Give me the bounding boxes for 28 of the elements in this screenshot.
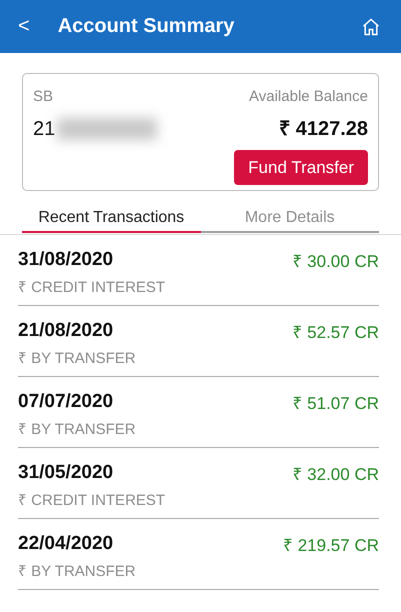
transaction-date: 31/05/2020 <box>18 462 114 485</box>
transaction-description: ₹ CREDIT INTEREST <box>18 491 166 510</box>
transaction-amount: ₹ 52.57 CR <box>292 322 379 344</box>
balance-label: Available Balance <box>248 88 368 107</box>
fund-transfer-button[interactable]: Fund Transfer <box>234 150 368 185</box>
transaction-date: 21/08/2020 <box>18 320 114 343</box>
account-type: SB <box>33 88 54 107</box>
account-number: 21 <box>33 118 56 140</box>
balance-amount: ₹ 4127.28 <box>278 117 368 142</box>
transaction-row[interactable]: 31/05/2020 ₹ 32.00 CR ₹ CREDIT INTEREST <box>18 448 379 519</box>
transaction-amount: ₹ 30.00 CR <box>292 251 379 273</box>
transaction-row[interactable]: 07/07/2020 ₹ 51.07 CR ₹ BY TRANSFER <box>18 377 379 448</box>
transaction-row[interactable]: 22/04/2020 ₹ 219.57 CR ₹ BY TRANSFER <box>18 519 379 590</box>
transaction-row[interactable]: 31/08/2020 ₹ 30.00 CR ₹ CREDIT INTEREST <box>18 235 379 306</box>
transaction-date: 22/04/2020 <box>18 533 114 556</box>
home-icon[interactable] <box>361 16 381 36</box>
transaction-description: ₹ BY TRANSFER <box>18 420 137 439</box>
transaction-amount: ₹ 32.00 CR <box>292 464 379 486</box>
transaction-amount: ₹ 219.57 CR <box>283 535 379 557</box>
transaction-description: ₹ BY TRANSFER <box>18 349 137 368</box>
transaction-date: 07/07/2020 <box>18 391 114 414</box>
transaction-row[interactable]: 21/08/2020 ₹ 52.57 CR ₹ BY TRANSFER <box>18 306 379 377</box>
transaction-description: ₹ BY TRANSFER <box>18 562 137 581</box>
transaction-date: 31/08/2020 <box>18 249 114 272</box>
page-title: Account Summary <box>58 15 236 38</box>
transaction-amount: ₹ 51.07 CR <box>292 393 379 415</box>
transaction-description: ₹ CREDIT INTEREST <box>18 278 166 297</box>
back-button[interactable]: < <box>14 15 34 38</box>
